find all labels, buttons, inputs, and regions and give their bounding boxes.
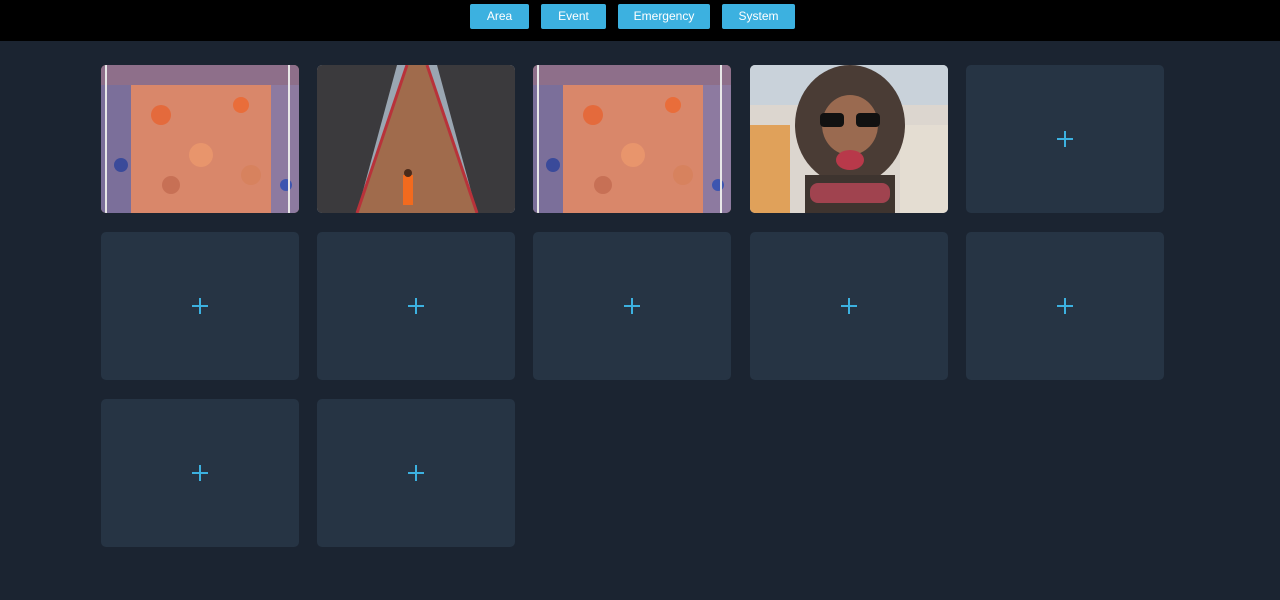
camera-feed-bridge[interactable] xyxy=(317,65,515,213)
add-camera-slot[interactable] xyxy=(101,232,299,380)
add-camera-slot[interactable] xyxy=(966,65,1164,213)
portrait-video-thumbnail xyxy=(750,65,948,213)
add-camera-slot[interactable] xyxy=(533,232,731,380)
plus-icon xyxy=(841,298,857,314)
crowd-video-thumbnail xyxy=(533,65,731,213)
plus-icon xyxy=(1057,131,1073,147)
bridge-video-thumbnail xyxy=(317,65,515,213)
crowd-video-thumbnail xyxy=(101,65,299,213)
plus-icon xyxy=(1057,298,1073,314)
event-button[interactable]: Event xyxy=(541,4,606,29)
plus-icon xyxy=(624,298,640,314)
add-camera-slot[interactable] xyxy=(966,232,1164,380)
camera-feed-portrait[interactable] xyxy=(750,65,948,213)
add-camera-slot[interactable] xyxy=(317,232,515,380)
add-camera-slot[interactable] xyxy=(101,399,299,547)
plus-icon xyxy=(192,465,208,481)
camera-feed-crowd-2[interactable] xyxy=(533,65,731,213)
plus-icon xyxy=(408,298,424,314)
system-button[interactable]: System xyxy=(722,4,795,29)
add-camera-slot[interactable] xyxy=(750,232,948,380)
plus-icon xyxy=(408,465,424,481)
add-camera-slot[interactable] xyxy=(317,399,515,547)
emergency-button[interactable]: Emergency xyxy=(618,4,710,29)
area-button[interactable]: Area xyxy=(470,4,529,29)
top-nav-bar: Area Event Emergency System xyxy=(0,0,1280,41)
camera-feed-crowd-1[interactable] xyxy=(101,65,299,213)
plus-icon xyxy=(192,298,208,314)
